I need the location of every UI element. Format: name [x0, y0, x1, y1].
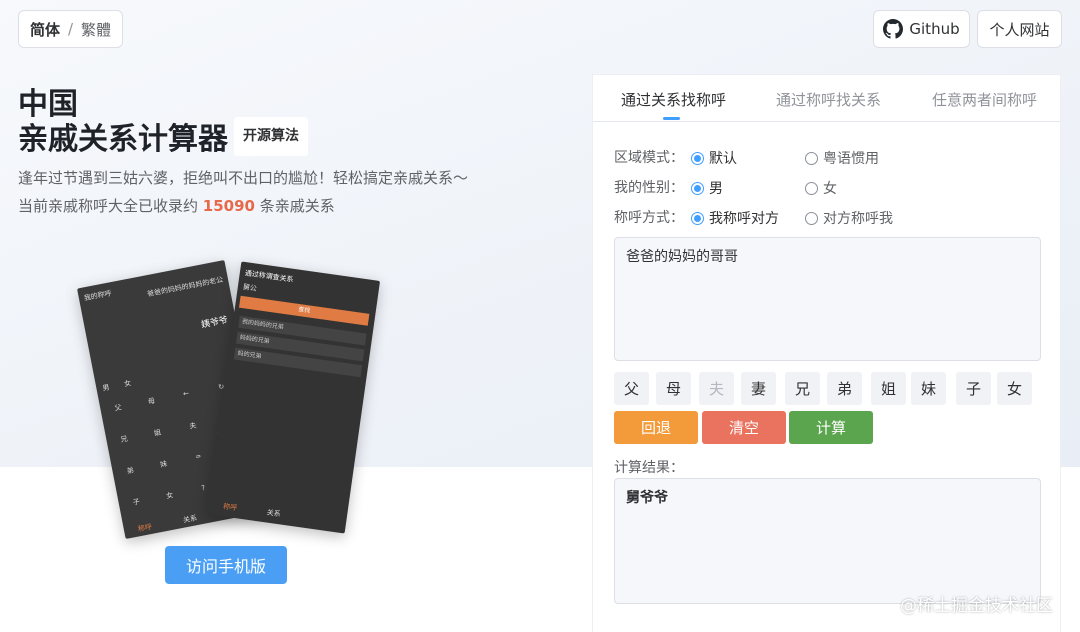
radio-dot: [805, 211, 818, 225]
calculator-panel: 通过关系找称呼 通过称呼找关系 任意两者间称呼 区域模式： 默认 粤语惯用 我的…: [592, 74, 1061, 632]
desc-line-2-pre: 当前亲戚称呼大全已收录约: [18, 197, 203, 215]
key-son[interactable]: 子: [956, 372, 991, 405]
key-husband[interactable]: 夫: [699, 372, 734, 405]
key-wife[interactable]: 妻: [741, 372, 776, 405]
radio-dot: [691, 211, 704, 225]
p1-toggle-2: 女: [123, 379, 132, 389]
p2-tab: 关系: [266, 508, 282, 519]
key-younger-brother[interactable]: 弟: [827, 372, 862, 405]
radio-region-cantonese[interactable]: 粤语惯用: [805, 148, 879, 168]
key-daughter[interactable]: 女: [997, 372, 1032, 405]
personal-site-button[interactable]: 个人网站: [977, 10, 1062, 48]
desc-line-1: 逢年过节遇到三姑六婆，拒绝叫不出口的尴尬！轻松搞定亲戚关系～: [18, 169, 469, 187]
p1-toggle: 男: [101, 383, 111, 393]
radio-label: 我称呼对方: [709, 211, 779, 227]
tab-title-to-relation[interactable]: 通过称呼找关系: [776, 89, 881, 110]
p2-tab: 称呼: [222, 502, 238, 513]
p1-key: 兄: [119, 434, 129, 445]
p1-key: ←: [182, 389, 190, 399]
p1-key: 妹: [159, 459, 168, 469]
p1-tab: 关系: [182, 514, 198, 525]
key-mother[interactable]: 母: [656, 372, 691, 405]
p2-input: 舅公: [242, 282, 258, 293]
p1-top-left: 我的称呼: [83, 289, 113, 303]
title-line-2: 亲戚关系计算器: [18, 122, 228, 157]
region-mode-label: 区域模式：: [614, 150, 684, 166]
p1-key: 姐: [153, 428, 162, 438]
relation-input[interactable]: 爸爸的妈妈的哥哥: [614, 237, 1041, 361]
key-father[interactable]: 父: [614, 372, 649, 405]
p1-key: 子: [132, 497, 141, 507]
p1-key: =: [194, 452, 202, 462]
back-button[interactable]: 回退: [614, 411, 698, 444]
radio-dot: [691, 181, 704, 195]
p1-key: ?: [200, 483, 206, 493]
radio-dot: [805, 181, 818, 195]
p1-key: 夫: [188, 421, 198, 431]
result-output[interactable]: 舅爷爷: [614, 478, 1041, 604]
hero-description: 逢年过节遇到三姑六婆，拒绝叫不出口的尴尬！轻松搞定亲戚关系～ 当前亲戚称呼大全已…: [18, 164, 468, 220]
radio-i-call-them[interactable]: 我称呼对方: [691, 208, 779, 228]
p1-key: 女: [165, 491, 174, 501]
lang-separator: /: [67, 20, 74, 38]
github-icon: [883, 19, 904, 39]
radio-label: 对方称呼我: [823, 211, 893, 227]
radio-gender-male[interactable]: 男: [691, 178, 723, 198]
visit-mobile-button[interactable]: 访问手机版: [165, 546, 287, 584]
p1-result: 姨爷爷: [200, 315, 229, 331]
radio-gender-female[interactable]: 女: [805, 178, 837, 198]
lang-simplified[interactable]: 简体: [30, 19, 60, 40]
address-mode-label: 称呼方式：: [614, 210, 684, 226]
key-elder-sister[interactable]: 姐: [871, 372, 906, 405]
radio-label: 粤语惯用: [823, 151, 879, 167]
lang-traditional[interactable]: 繁體: [81, 19, 111, 40]
result-label: 计算结果：: [614, 460, 684, 476]
radio-dot: [691, 151, 704, 165]
p1-key: 弟: [126, 466, 135, 476]
radio-label: 女: [823, 181, 837, 197]
mobile-preview-image: 我的称呼 爸爸的妈妈的妈妈的老公 姨爷爷 男 女 父 母 ← ↻ 兄 姐 夫 妻…: [77, 260, 381, 540]
desc-line-2-post: 条亲戚关系: [254, 197, 335, 215]
p1-key: 父: [113, 403, 123, 413]
tab-between-two[interactable]: 任意两者间称呼: [932, 89, 1037, 110]
key-elder-brother[interactable]: 兄: [785, 372, 820, 405]
key-younger-sister[interactable]: 妹: [911, 372, 946, 405]
p1-tab: 称呼: [137, 522, 153, 534]
clear-button[interactable]: 清空: [702, 411, 786, 444]
github-label: Github: [909, 20, 960, 38]
github-button[interactable]: Github: [873, 10, 970, 48]
radio-region-default[interactable]: 默认: [691, 148, 737, 168]
radio-label: 男: [709, 181, 723, 197]
watermark: @稀土掘金技术社区: [900, 596, 1053, 616]
p1-top-right: 爸爸的妈妈的妈妈的老公: [146, 275, 224, 299]
page-title: 中国 亲戚关系计算器 开源算法: [18, 88, 308, 160]
gender-label: 我的性别：: [614, 180, 684, 196]
radio-label: 默认: [709, 151, 737, 167]
radio-they-call-me[interactable]: 对方称呼我: [805, 208, 893, 228]
active-tab-indicator: [663, 117, 680, 120]
tab-relation-to-title[interactable]: 通过关系找称呼: [621, 89, 726, 110]
p1-key: 母: [147, 396, 156, 407]
open-source-badge: 开源算法: [234, 117, 308, 156]
language-switcher: 简体 / 繁體: [18, 10, 123, 48]
tab-bar: 通过关系找称呼 通过称呼找关系 任意两者间称呼: [593, 75, 1060, 122]
relation-count: 15090: [202, 197, 255, 215]
radio-dot: [805, 151, 818, 165]
calculate-button[interactable]: 计算: [789, 411, 873, 444]
